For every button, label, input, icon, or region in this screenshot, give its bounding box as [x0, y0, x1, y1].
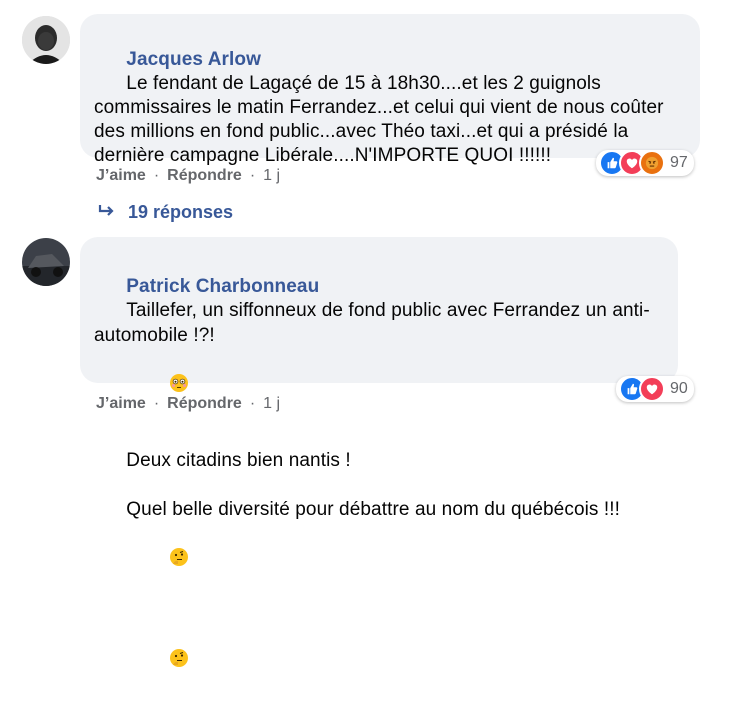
reaction-count: 90: [670, 380, 688, 397]
comment-text: Le fendant de Lagaçé de 15 à 18h30....et…: [94, 73, 669, 166]
comment-bubble: Patrick Charbonneau Taillefer, un siffon…: [80, 237, 678, 667]
replies-count[interactable]: 19 réponses: [128, 202, 233, 223]
timestamp[interactable]: 1 j: [263, 395, 280, 413]
comment-author[interactable]: Patrick Charbonneau: [126, 276, 319, 297]
love-icon: [639, 376, 665, 402]
comment-bubble: Jacques Arlow Le fendant de Lagaçé de 15…: [80, 14, 700, 166]
comment-author[interactable]: Jacques Arlow: [126, 49, 261, 70]
timestamp[interactable]: 1 j: [263, 167, 280, 185]
thinking-emoji-icon: [126, 624, 189, 701]
reaction-summary[interactable]: 97: [596, 150, 694, 176]
view-replies-link[interactable]: 19 réponses: [98, 202, 233, 223]
reaction-count: 97: [670, 154, 688, 171]
avatar[interactable]: [22, 238, 70, 286]
comment-actions: J’aime · Répondre · 1 j: [96, 167, 281, 185]
comment-text-line2: Deux citadins bien nantis !: [126, 450, 351, 471]
reply-link[interactable]: Répondre: [167, 395, 242, 413]
comment-text-line3: Quel belle diversité pour débattre au no…: [126, 499, 621, 520]
comment-actions: J’aime · Répondre · 1 j: [96, 395, 281, 413]
comment-text-line1: Taillefer, un siffonneux de fond public …: [94, 300, 650, 346]
thinking-emoji-icon: [126, 523, 189, 600]
like-link[interactable]: J’aime: [96, 167, 146, 185]
reaction-summary[interactable]: 90: [616, 376, 694, 402]
avatar[interactable]: [22, 16, 70, 64]
flushed-emoji-icon: [126, 348, 189, 425]
angry-icon: [639, 150, 665, 176]
reply-link[interactable]: Répondre: [167, 167, 242, 185]
like-link[interactable]: J’aime: [96, 395, 146, 413]
reply-arrow-icon: [98, 202, 116, 223]
